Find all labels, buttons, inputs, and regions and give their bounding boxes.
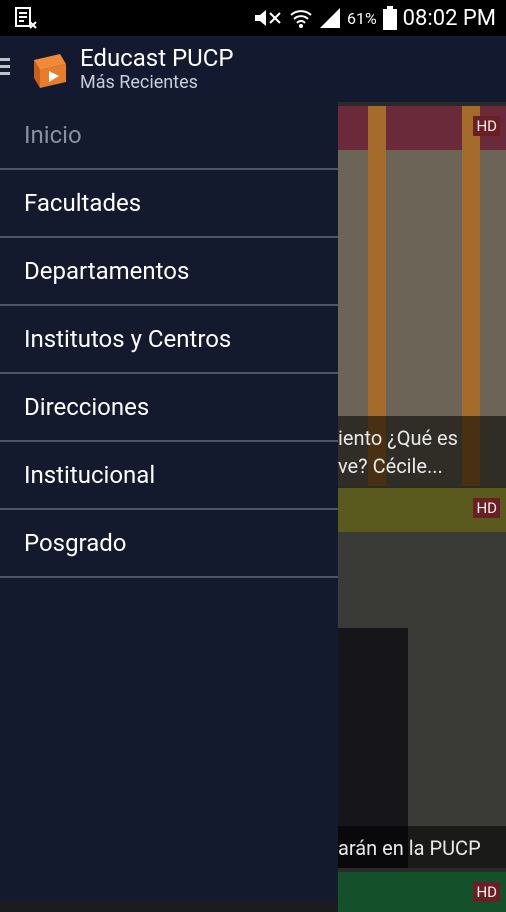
battery-icon — [382, 6, 397, 30]
video-title: iento ¿Qué es ve? Cécile... — [338, 416, 506, 486]
wifi-icon — [290, 10, 312, 28]
navigation-drawer: Inicio Facultades Departamentos Institut… — [0, 102, 338, 900]
app-title: Educast PUCP — [80, 44, 234, 72]
drawer-item-institutos-y-centros[interactable]: Institutos y Centros — [0, 306, 338, 374]
status-bar: 61% 08:02 PM — [0, 0, 506, 36]
app-bar: Educast PUCP Más Recientes — [0, 36, 506, 102]
hd-badge: HD — [473, 882, 500, 902]
video-list: HD iento ¿Qué es ve? Cécile... HD arán e… — [338, 102, 506, 912]
drawer-item-direcciones[interactable]: Direcciones — [0, 374, 338, 442]
signal-icon — [319, 8, 340, 28]
drawer-item-inicio[interactable]: Inicio — [0, 102, 338, 170]
drawer-item-posgrado[interactable]: Posgrado — [0, 510, 338, 578]
app-logo-icon[interactable] — [30, 50, 70, 90]
mute-icon — [254, 10, 281, 26]
drawer-item-facultades[interactable]: Facultades — [0, 170, 338, 238]
drawer-item-departamentos[interactable]: Departamentos — [0, 238, 338, 306]
notification-icon — [15, 7, 37, 29]
video-card[interactable]: HD iento ¿Qué es ve? Cécile... — [338, 106, 506, 486]
hd-badge: HD — [473, 498, 500, 518]
video-card[interactable]: HD — [338, 872, 506, 912]
drawer-item-institucional[interactable]: Institucional — [0, 442, 338, 510]
clock: 08:02 PM — [402, 5, 496, 31]
menu-icon[interactable] — [0, 58, 10, 78]
battery-percent: 61% — [346, 8, 377, 28]
video-card[interactable]: HD arán en la PUCP — [338, 488, 506, 868]
app-subtitle: Más Recientes — [80, 72, 198, 93]
video-title: arán en la PUCP — [338, 826, 506, 868]
hd-badge: HD — [473, 116, 500, 136]
